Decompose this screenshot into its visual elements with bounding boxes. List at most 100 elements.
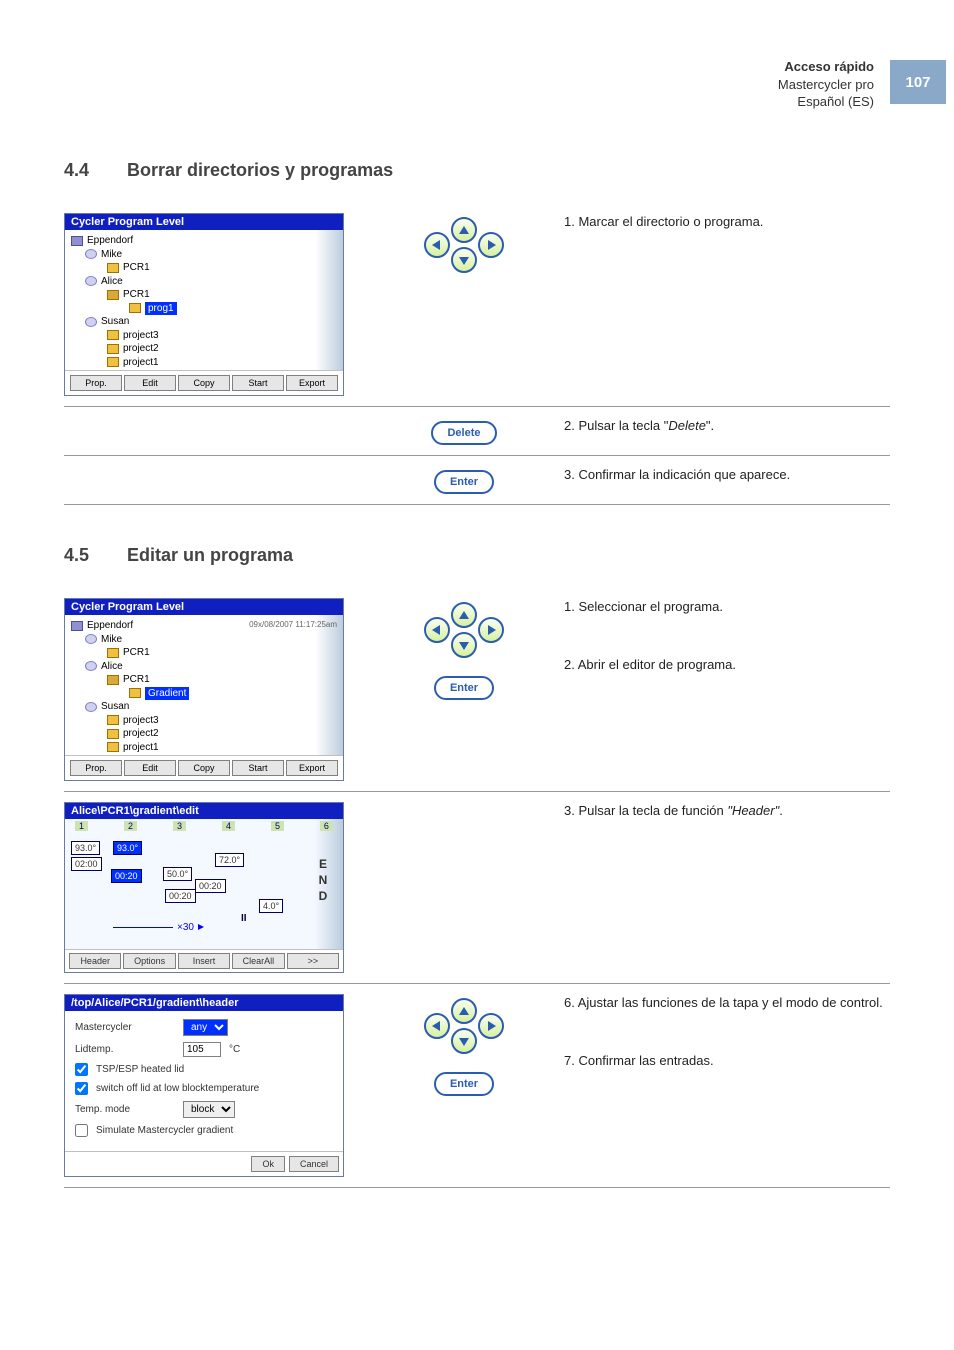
hdr-ok-button[interactable]: Ok: [251, 1156, 285, 1172]
temp-93-a[interactable]: 93.0°: [71, 841, 100, 855]
dpad: [424, 998, 504, 1054]
tree2-mike-pcr1[interactable]: PCR1: [123, 646, 150, 660]
panel2-prop-button[interactable]: Prop.: [70, 760, 122, 776]
page-header: Acceso rápido Mastercycler pro Español (…: [778, 58, 874, 111]
header-line3: Español (ES): [778, 93, 874, 111]
arrow-right-icon[interactable]: [478, 617, 504, 643]
arrow-down-icon[interactable]: [451, 632, 477, 658]
hdr-mc-select[interactable]: any: [183, 1019, 228, 1036]
hdr-lid-input[interactable]: [183, 1042, 221, 1057]
hdr-title: /top/Alice/PCR1/gradient\header: [65, 995, 343, 1011]
arrow-up-icon[interactable]: [451, 998, 477, 1024]
panel1-export-button[interactable]: Export: [286, 375, 338, 391]
user-icon: [85, 249, 97, 259]
arrow-right-icon[interactable]: [478, 1013, 504, 1039]
seg-4: 4: [222, 821, 235, 831]
loop-label: ×30: [113, 922, 204, 933]
hdr-cb3[interactable]: [75, 1124, 88, 1137]
tree-root: Eppendorf: [87, 234, 133, 248]
step-45-3b: .: [779, 803, 783, 818]
panel2-copy-button[interactable]: Copy: [178, 760, 230, 776]
hdr-cb1[interactable]: [75, 1063, 88, 1076]
tree2-alice-pcr1[interactable]: PCR1: [123, 673, 150, 687]
step-45-3i: "Header": [727, 803, 779, 818]
seg-3: 3: [173, 821, 186, 831]
end-label: END: [317, 857, 329, 905]
seg-1: 1: [75, 821, 88, 831]
hdr-cb2[interactable]: [75, 1082, 88, 1095]
folder-icon: [107, 263, 119, 273]
temp-72[interactable]: 72.0°: [215, 853, 244, 867]
folder-icon: [107, 357, 119, 367]
tree-susan-p3[interactable]: project3: [123, 329, 159, 343]
panel2-start-button[interactable]: Start: [232, 760, 284, 776]
hdr-tm-select[interactable]: block: [183, 1101, 235, 1118]
tree2-susan-p3[interactable]: project3: [123, 714, 159, 728]
hdr-lid-unit: °C: [229, 1044, 240, 1055]
time-0020-a[interactable]: 00:20: [111, 869, 142, 883]
step-45-6: 6. Ajustar las funciones de la tapa y el…: [564, 994, 890, 1012]
tree2-gradient-selected[interactable]: Gradient: [145, 687, 189, 701]
editor-insert-button[interactable]: Insert: [178, 953, 230, 969]
tree-mike-pcr1[interactable]: PCR1: [123, 261, 150, 275]
tree-alice-pcr1[interactable]: PCR1: [123, 288, 150, 302]
section-4-4-title: Borrar directorios y programas: [127, 160, 393, 180]
step-45-1: 1. Seleccionar el programa.: [564, 598, 890, 616]
time-0020-c[interactable]: 00:20: [165, 889, 196, 903]
section-4-4-heading: 4.4 Borrar directorios y programas: [64, 160, 890, 181]
tree-susan-p2[interactable]: project2: [123, 342, 159, 356]
tree2-susan-p2[interactable]: project2: [123, 727, 159, 741]
tree-user-mike[interactable]: Mike: [101, 248, 122, 262]
tree-susan-p1[interactable]: project1: [123, 356, 159, 370]
cycler-panel-1: Cycler Program Level Eppendorf Mike PCR1…: [64, 213, 344, 396]
time-0020-b[interactable]: 00:20: [195, 879, 226, 893]
delete-button[interactable]: Delete: [431, 421, 496, 445]
folder-open-icon: [107, 675, 119, 685]
folder-open-icon: [107, 290, 119, 300]
folder-icon: [107, 729, 119, 739]
tree-user-alice[interactable]: Alice: [101, 275, 123, 289]
folder-icon: [107, 648, 119, 658]
editor-options-button[interactable]: Options: [123, 953, 175, 969]
enter-button[interactable]: Enter: [434, 470, 494, 494]
panel1-prop-button[interactable]: Prop.: [70, 375, 122, 391]
time-0200[interactable]: 02:00: [71, 857, 102, 871]
editor-clearall-button[interactable]: ClearAll: [232, 953, 284, 969]
temp-4[interactable]: 4.0°: [259, 899, 283, 913]
panel2-export-button[interactable]: Export: [286, 760, 338, 776]
panel1-edit-button[interactable]: Edit: [124, 375, 176, 391]
tree2-susan-p1[interactable]: project1: [123, 741, 159, 755]
temp-50[interactable]: 50.0°: [163, 867, 192, 881]
arrow-down-icon[interactable]: [451, 247, 477, 273]
tree-user-susan[interactable]: Susan: [101, 315, 129, 329]
panel1-copy-button[interactable]: Copy: [178, 375, 230, 391]
hdr-mc-label: Mastercycler: [75, 1022, 175, 1033]
step-45-7: 7. Confirmar las entradas.: [564, 1052, 890, 1070]
hdr-lid-label: Lidtemp.: [75, 1044, 175, 1055]
tree-prog1-selected[interactable]: prog1: [145, 302, 177, 316]
editor-header-button[interactable]: Header: [69, 953, 121, 969]
tree2-alice[interactable]: Alice: [101, 660, 123, 674]
arrow-left-icon[interactable]: [424, 1013, 450, 1039]
panel2-edit-button[interactable]: Edit: [124, 760, 176, 776]
hdr-cb3-label: Simulate Mastercycler gradient: [96, 1125, 233, 1136]
temp-93-b[interactable]: 93.0°: [113, 841, 142, 855]
arrow-left-icon[interactable]: [424, 232, 450, 258]
enter-button[interactable]: Enter: [434, 676, 494, 700]
step-44-2i: Delete: [668, 418, 706, 433]
panel1-start-button[interactable]: Start: [232, 375, 284, 391]
enter-button[interactable]: Enter: [434, 1072, 494, 1096]
arrow-up-icon[interactable]: [451, 602, 477, 628]
arrow-left-icon[interactable]: [424, 617, 450, 643]
editor-next-button[interactable]: >>: [287, 953, 339, 969]
arrow-up-icon[interactable]: [451, 217, 477, 243]
folder-icon: [107, 742, 119, 752]
arrow-right-icon[interactable]: [478, 232, 504, 258]
tree2-mike[interactable]: Mike: [101, 633, 122, 647]
tree2-susan[interactable]: Susan: [101, 700, 129, 714]
arrow-down-icon[interactable]: [451, 1028, 477, 1054]
editor-title: Alice\PCR1\gradient\edit: [65, 803, 343, 819]
hdr-cancel-button[interactable]: Cancel: [289, 1156, 339, 1172]
program-icon: [129, 303, 141, 313]
user-icon: [85, 276, 97, 286]
